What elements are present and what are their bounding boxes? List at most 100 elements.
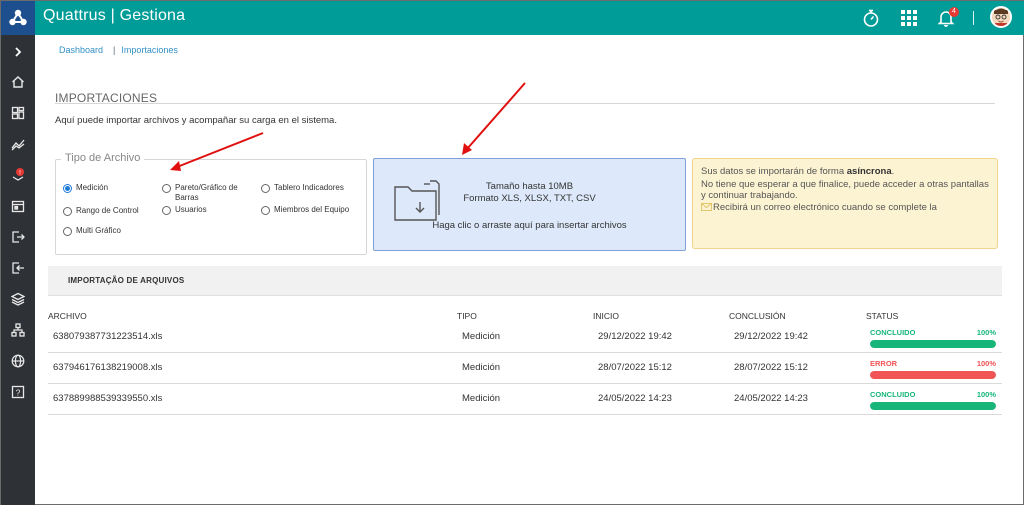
cell-conclusion: 24/05/2022 14:23	[734, 393, 808, 404]
cell-conclusion: 28/07/2022 15:12	[734, 362, 808, 373]
cell-tipo: Medición	[462, 331, 501, 342]
status-badge: CONCLUIDO	[870, 328, 916, 337]
progress-fill	[870, 340, 996, 348]
progress-fill	[870, 371, 996, 379]
title-divider	[55, 103, 995, 104]
sidebar: ! ?	[1, 35, 35, 505]
status-percent: 100%	[976, 390, 996, 399]
cell-inicio: 24/05/2022 14:23	[598, 393, 672, 404]
dropzone-formats: Formato XLS, XLSX, TXT, CSV	[463, 193, 596, 204]
table-row[interactable]: 637889988539339550.xls Medición 24/05/20…	[48, 385, 1002, 415]
info-line-3: y continuar trabajando.	[701, 190, 798, 201]
progress-bar	[870, 371, 996, 379]
info-text: Recibirá un correo electrónico cuando se…	[713, 202, 937, 213]
info-line-4: Recibirá un correo electrónico cuando se…	[701, 202, 937, 213]
radio-icon[interactable]	[261, 184, 270, 193]
radio-selected-icon[interactable]	[63, 184, 72, 193]
help-icon[interactable]: ?	[1, 377, 35, 407]
col-archivo: ARCHIVO	[48, 311, 87, 321]
breadcrumb-dashboard[interactable]: Dashboard	[59, 45, 103, 55]
radio-multi[interactable]: Multi Gráfico	[63, 226, 121, 236]
radio-label: Multi Gráfico	[76, 226, 121, 235]
radio-icon[interactable]	[162, 184, 171, 193]
info-line-2: No tiene que esperar a que finalice, pue…	[701, 179, 989, 190]
radio-tablero[interactable]: Tablero Indicadores	[261, 183, 344, 193]
info-line-1: Sus datos se importarán de forma asíncro…	[701, 166, 894, 177]
svg-text:?: ?	[16, 388, 21, 398]
radio-pareto[interactable]: Pareto/Gráfico de Barras	[162, 183, 254, 203]
email-icon	[701, 203, 713, 214]
info-text: .	[891, 166, 895, 177]
progress-fill	[870, 402, 996, 410]
table-row[interactable]: 637946176138219008.xls Medición 28/07/20…	[48, 354, 1002, 384]
app-title: Quattrus | Gestiona	[43, 7, 186, 24]
calendar-icon[interactable]	[1, 191, 35, 221]
breadcrumb-separator: |	[113, 45, 116, 55]
radio-icon[interactable]	[162, 206, 171, 215]
import-icon[interactable]	[1, 253, 35, 283]
imports-title: IMPORTAÇÃO DE ARQUIVOS	[68, 276, 185, 285]
status-percent: 100%	[976, 359, 996, 368]
col-tipo: TIPO	[457, 311, 477, 321]
radio-label: Medición	[76, 183, 109, 192]
cell-inicio: 28/07/2022 15:12	[598, 362, 672, 373]
hierarchy-icon[interactable]	[1, 315, 35, 345]
dropzone-cta: Haga clic o arraste aquí para insertar a…	[432, 220, 627, 231]
radio-medicion[interactable]: Medición	[63, 183, 108, 193]
stopwatch-icon[interactable]	[859, 6, 883, 30]
breadcrumb: Dashboard | Importaciones	[59, 45, 178, 55]
dashboard-icon[interactable]	[1, 98, 35, 128]
table-row[interactable]: 638079387731223514.xls Medición 29/12/20…	[48, 323, 1002, 353]
topbar-divider	[973, 11, 974, 25]
file-dropzone[interactable]: Tamaño hasta 10MB Formato XLS, XLSX, TXT…	[373, 158, 686, 251]
col-inicio: INICIO	[593, 311, 619, 321]
radio-label: Pareto/Gráfico de Barras	[175, 183, 238, 202]
async-info-box: Sus datos se importarán de forma asíncro…	[692, 158, 998, 249]
annotation-arrow	[462, 82, 526, 155]
chart-icon[interactable]	[1, 129, 35, 159]
app-window: Quattrus | Gestiona 4 ! ? Dashboard | Im…	[0, 0, 1024, 505]
globe-icon[interactable]	[1, 346, 35, 376]
radio-label: Usuarios	[175, 205, 207, 214]
progress-bar	[870, 340, 996, 348]
apps-grid-icon[interactable]	[897, 6, 921, 30]
col-conclusion: CONCLUSIÓN	[729, 311, 786, 321]
logo-icon[interactable]	[1, 1, 35, 35]
layers-icon[interactable]	[1, 284, 35, 314]
radio-label: Miembros del Equipo	[274, 205, 350, 214]
cell-conclusion: 29/12/2022 19:42	[734, 331, 808, 342]
cell-tipo: Medición	[462, 362, 501, 373]
radio-miembros[interactable]: Miembros del Equipo	[261, 205, 349, 215]
radio-label: Tablero Indicadores	[274, 183, 344, 192]
cell-inicio: 29/12/2022 19:42	[598, 331, 672, 342]
radio-label: Rango de Control	[76, 206, 139, 215]
status-badge: CONCLUIDO	[870, 390, 916, 399]
page-description: Aquí puede importar archivos y acompañar…	[55, 115, 337, 126]
top-bar: Quattrus | Gestiona 4	[1, 1, 1024, 35]
cell-archivo[interactable]: 638079387731223514.xls	[53, 331, 162, 342]
notification-badge: 4	[949, 7, 959, 17]
cell-archivo[interactable]: 637889988539339550.xls	[53, 393, 162, 404]
info-text: Sus datos se importarán de forma	[701, 166, 847, 177]
info-bold: asíncrona	[846, 166, 892, 177]
cell-archivo[interactable]: 637946176138219008.xls	[53, 362, 162, 373]
dropzone-size: Tamaño hasta 10MB	[485, 181, 574, 192]
cell-tipo: Medición	[462, 393, 501, 404]
col-status: STATUS	[866, 311, 899, 321]
radio-icon[interactable]	[63, 227, 72, 236]
breadcrumb-current[interactable]: Importaciones	[121, 45, 178, 55]
radio-icon[interactable]	[261, 206, 270, 215]
status-percent: 100%	[976, 328, 996, 337]
user-avatar[interactable]	[990, 6, 1012, 28]
file-type-legend: Tipo de Archivo	[61, 152, 145, 164]
radio-icon[interactable]	[63, 207, 72, 216]
home-icon[interactable]	[1, 67, 35, 97]
imports-header: IMPORTAÇÃO DE ARQUIVOS	[48, 266, 1002, 296]
status-badge: ERROR	[870, 359, 898, 368]
export-icon[interactable]	[1, 222, 35, 252]
alert-icon[interactable]: !	[1, 160, 35, 190]
radio-usuarios[interactable]: Usuarios	[162, 205, 207, 215]
chevron-right-icon[interactable]	[1, 37, 35, 67]
progress-bar	[870, 402, 996, 410]
radio-rango[interactable]: Rango de Control	[63, 206, 139, 216]
